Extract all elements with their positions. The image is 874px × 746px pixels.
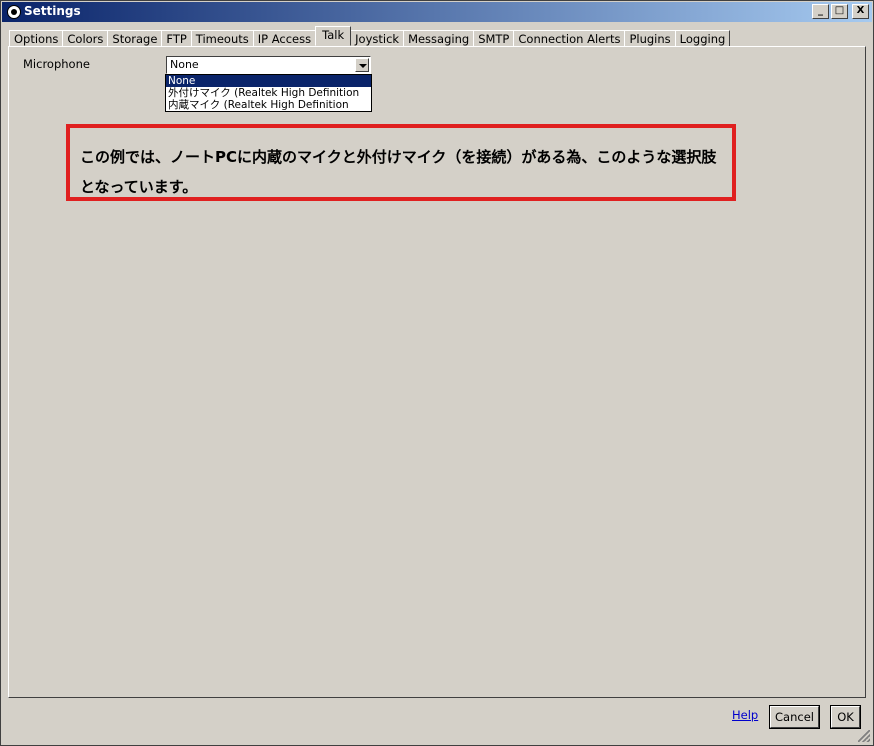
tab-strip: Options Colors Storage FTP Timeouts IP A…	[9, 26, 731, 47]
microphone-select[interactable]: None	[166, 56, 371, 74]
tab-logging[interactable]: Logging	[674, 30, 731, 47]
tab-timeouts[interactable]: Timeouts	[190, 30, 254, 47]
annotation-callout: この例では、ノートPCに内蔵のマイクと外付けマイク（を接続）がある為、このような…	[66, 124, 736, 201]
tab-options[interactable]: Options	[9, 30, 64, 47]
ok-button[interactable]: OK	[830, 705, 861, 729]
resize-grip-icon[interactable]	[858, 730, 870, 742]
tab-joystick[interactable]: Joystick	[350, 30, 405, 47]
help-link[interactable]: Help	[732, 708, 758, 722]
tab-connection-alerts[interactable]: Connection Alerts	[513, 30, 626, 47]
app-icon	[7, 5, 21, 19]
title-bar[interactable]: Settings _ □ X	[2, 2, 872, 22]
tab-talk[interactable]: Talk	[315, 26, 352, 46]
maximize-button[interactable]: □	[831, 4, 848, 19]
close-button[interactable]: X	[852, 4, 869, 19]
minimize-button[interactable]: _	[812, 4, 829, 19]
microphone-dropdown-list: None 外付けマイク (Realtek High Definition 内蔵マ…	[165, 74, 372, 112]
tab-storage[interactable]: Storage	[107, 30, 163, 47]
microphone-select-value: None	[170, 58, 199, 71]
tab-smtp[interactable]: SMTP	[473, 30, 515, 47]
chevron-down-icon[interactable]	[355, 58, 369, 72]
annotation-text: この例では、ノートPCに内蔵のマイクと外付けマイク（を接続）がある為、このような…	[80, 148, 717, 196]
microphone-option-none[interactable]: None	[166, 75, 371, 87]
tab-plugins[interactable]: Plugins	[624, 30, 676, 47]
tab-messaging[interactable]: Messaging	[403, 30, 475, 47]
tab-colors[interactable]: Colors	[62, 30, 109, 47]
window-title: Settings	[24, 4, 81, 18]
settings-window: Settings _ □ X Options Colors Storage FT…	[0, 0, 874, 746]
tab-ip-access[interactable]: IP Access	[252, 30, 317, 47]
microphone-option-external[interactable]: 外付けマイク (Realtek High Definition	[166, 87, 371, 99]
microphone-option-internal[interactable]: 内蔵マイク (Realtek High Definition	[166, 99, 371, 111]
tab-ftp[interactable]: FTP	[161, 30, 192, 47]
window-controls: _ □ X	[812, 4, 869, 19]
cancel-button[interactable]: Cancel	[769, 705, 820, 729]
microphone-label: Microphone	[23, 57, 90, 71]
